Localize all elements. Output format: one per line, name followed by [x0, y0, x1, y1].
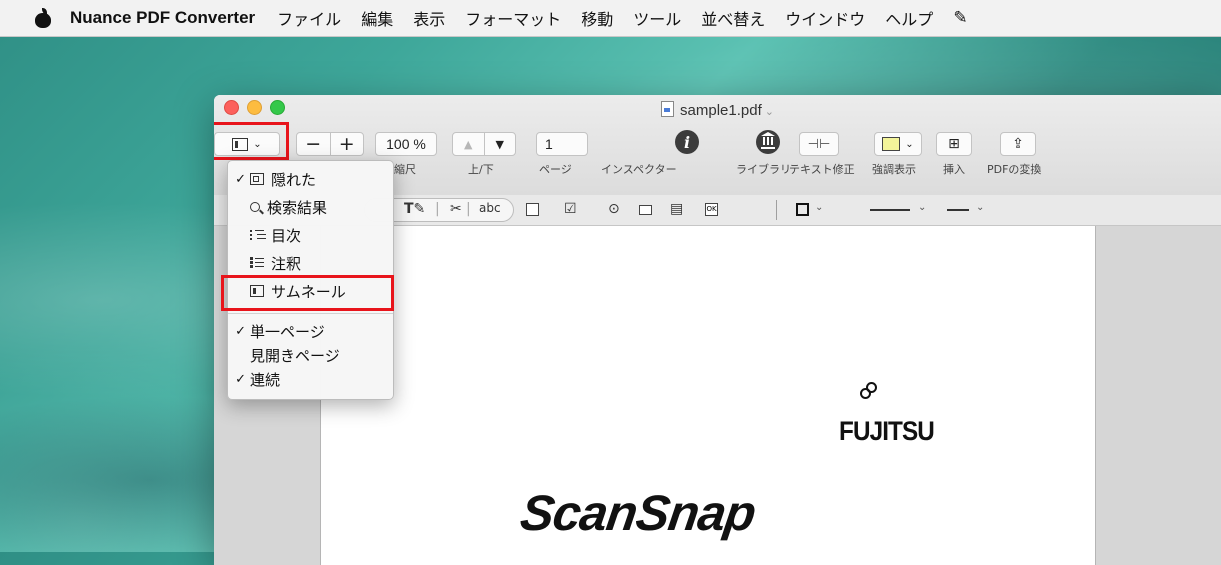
chevron-down-icon: ⌄	[905, 138, 914, 150]
scansnap-logo: ScanSnap	[517, 485, 759, 541]
menu-app-name[interactable]: Nuance PDF Converter	[70, 8, 255, 28]
annotations-icon	[250, 257, 264, 269]
page-label: ページ	[539, 163, 572, 176]
menu-item-label: 隠れた	[271, 170, 317, 189]
highlight-button[interactable]: ⌄	[874, 132, 922, 156]
zoom-label: 縮尺	[394, 163, 416, 176]
zoom-out-button[interactable]: −	[297, 133, 330, 155]
fujitsu-logo: FUJITSU	[839, 416, 935, 446]
menu-tools[interactable]: ツール	[633, 6, 681, 30]
convert-pdf-button[interactable]: ⇪	[1000, 132, 1036, 156]
highlight-label: 強調表示	[872, 163, 916, 176]
text-edit-button[interactable]: ⊣⊢	[799, 132, 839, 156]
chevron-down-icon: ⌄	[764, 106, 774, 118]
menu-edit[interactable]: 編集	[361, 6, 393, 30]
tool-divider: |	[435, 201, 440, 217]
menu-arrange[interactable]: 並べ替え	[701, 6, 765, 30]
toolbar-separator	[776, 200, 777, 220]
window-title[interactable]: sample1.pdf ⌄	[214, 101, 1221, 119]
script-icon[interactable]: ✎	[953, 8, 967, 28]
menu-item-label: 見開きページ	[250, 346, 340, 365]
menu-item-single-page[interactable]: ✓ 単一ページ	[228, 318, 393, 344]
checkmark: ✓	[235, 323, 246, 339]
menu-bar: Nuance PDF Converter ファイル 編集 表示 フォーマット 移…	[0, 0, 1221, 37]
share-export-icon: ⇪	[1012, 136, 1024, 152]
menu-go[interactable]: 移動	[581, 6, 613, 30]
sidebar-view-menu: ✓ 隠れた 検索結果 目次 注釈 サムネール ✓ 単一ページ 見開きページ ✓ …	[221, 160, 394, 400]
inspector-icon[interactable]: i	[675, 130, 699, 154]
apple-icon[interactable]	[34, 8, 52, 28]
library-label: ライブラリ	[736, 163, 791, 176]
window-title-text: sample1.pdf	[680, 102, 762, 119]
spellcheck-tool-icon[interactable]: abc	[479, 201, 501, 215]
page-up-button[interactable]: ▲	[453, 138, 484, 151]
chevron-down-icon[interactable]: ⌄	[918, 202, 926, 213]
checkmark: ✓	[235, 371, 246, 387]
highlight-color-swatch	[882, 137, 901, 151]
page-number-field[interactable]: 1	[536, 132, 588, 156]
thumbnail-item-highlight	[221, 275, 394, 311]
toc-icon	[250, 229, 264, 241]
text-field-tool-icon[interactable]	[526, 203, 539, 216]
menu-item-two-page[interactable]: 見開きページ	[228, 342, 393, 368]
sidebar-button-highlight	[214, 122, 289, 160]
search-icon	[250, 202, 260, 212]
line-style-icon[interactable]	[947, 209, 969, 211]
rectangle-shape-icon[interactable]	[796, 203, 809, 216]
menu-item-label: 単一ページ	[250, 322, 325, 341]
menu-item-label: 注釈	[271, 254, 302, 273]
menu-window[interactable]: ウインドウ	[785, 6, 865, 30]
library-icon[interactable]	[756, 130, 780, 154]
zoom-field[interactable]: 100 %	[375, 132, 437, 156]
menu-item-label: 連続	[250, 370, 281, 389]
zoom-segmented-control: − +	[296, 132, 364, 156]
zoom-in-button[interactable]: +	[331, 133, 364, 155]
text-edit-label: テキスト修正	[789, 163, 855, 176]
insert-icon: ⊞	[948, 136, 960, 152]
menu-file[interactable]: ファイル	[277, 6, 341, 30]
menu-item-label: 検索結果	[267, 198, 328, 217]
checkbox-tool-icon[interactable]: ☑	[564, 201, 577, 217]
convert-label: PDFの変換	[987, 163, 1042, 176]
text-markup-tool-icon[interactable]: T✎	[404, 201, 425, 217]
menu-help[interactable]: ヘルプ	[885, 6, 933, 30]
line-width-icon[interactable]	[870, 209, 910, 211]
menu-item-search-results[interactable]: 検索結果	[228, 194, 393, 220]
chevron-down-icon[interactable]: ⌄	[815, 202, 823, 213]
menu-item-hidden[interactable]: ✓ 隠れた	[228, 166, 393, 192]
ok-button-tool-icon[interactable]: OK	[705, 203, 718, 216]
listbox-tool-icon[interactable]: ▤	[670, 201, 683, 217]
updown-label: 上/下	[468, 163, 494, 176]
dropdown-tool-icon[interactable]	[639, 205, 652, 215]
menu-separator	[228, 313, 393, 314]
pdf-page[interactable]: FUJITSU ScanSnap	[320, 226, 1096, 565]
hidden-panel-icon	[250, 173, 264, 185]
checkmark: ✓	[235, 171, 246, 187]
inspector-label: インスペクター	[601, 163, 677, 176]
menu-item-continuous[interactable]: ✓ 連続	[228, 366, 393, 392]
tool-divider: |	[466, 201, 471, 217]
menu-item-label: 目次	[271, 226, 302, 245]
insert-button[interactable]: ⊞	[936, 132, 972, 156]
text-edit-icon: ⊣⊢	[807, 136, 831, 152]
strikeout-tool-icon[interactable]: ✂	[450, 201, 462, 217]
chevron-down-icon[interactable]: ⌄	[976, 202, 984, 213]
menu-format[interactable]: フォーマット	[465, 6, 561, 30]
insert-label: 挿入	[943, 163, 965, 176]
radio-tool-icon[interactable]: ⊙	[608, 201, 620, 217]
page-down-button[interactable]: ▼	[485, 138, 516, 151]
menu-view[interactable]: 表示	[413, 6, 445, 30]
library-glyph	[761, 131, 775, 149]
menu-item-annotations[interactable]: 注釈	[228, 250, 393, 276]
page-updown-control: ▲ ▼	[452, 132, 516, 156]
fujitsu-infinity-icon	[860, 382, 877, 399]
pdf-file-icon	[661, 101, 675, 117]
menu-item-toc[interactable]: 目次	[228, 222, 393, 248]
